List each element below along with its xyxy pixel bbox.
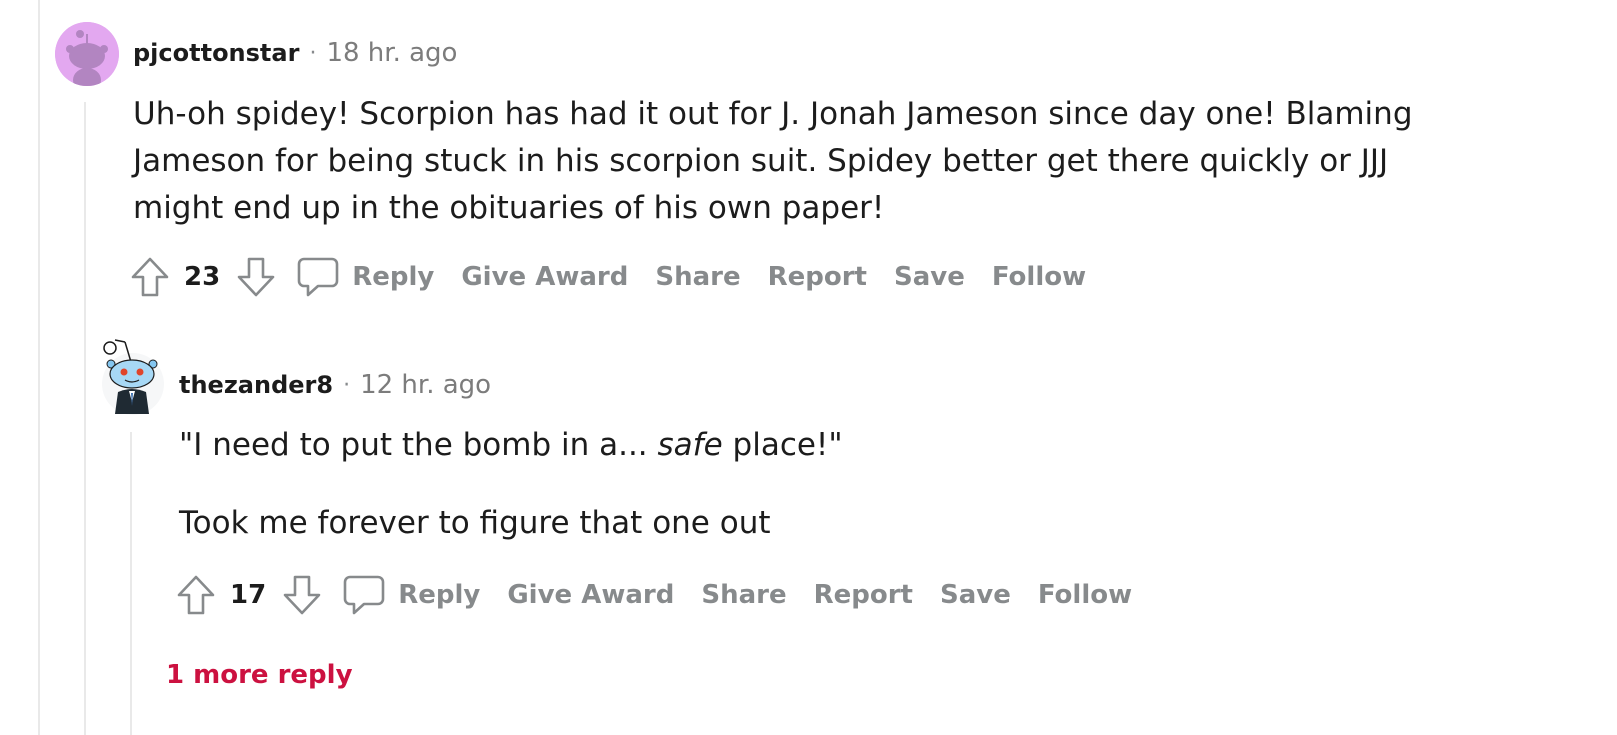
downvote-icon[interactable] xyxy=(234,255,278,299)
upvote-icon[interactable] xyxy=(174,573,218,617)
quote-text-before: "I need to put the bomb in a... xyxy=(179,427,658,463)
quote-text-emphasis: safe xyxy=(657,427,723,463)
save-button[interactable]: Save xyxy=(894,262,965,292)
comment-timestamp[interactable]: 12 hr. ago xyxy=(360,370,491,400)
comment-action-bar: 23 Reply Give Award Share Report Save Fo… xyxy=(128,252,1086,302)
share-button[interactable]: Share xyxy=(655,262,740,292)
share-button[interactable]: Share xyxy=(701,580,786,610)
reply-button[interactable]: Reply xyxy=(398,580,480,610)
comment-author[interactable]: thezander8 xyxy=(179,371,333,399)
more-replies-link[interactable]: 1 more reply xyxy=(166,660,353,690)
comment-body: Uh-oh spidey! Scorpion has had it out fo… xyxy=(133,96,1413,226)
avatar[interactable] xyxy=(101,339,165,416)
reply-button[interactable]: Reply xyxy=(352,262,434,292)
comment-author[interactable]: pjcottonstar xyxy=(133,39,299,67)
quote-text-after: place!" xyxy=(722,427,843,463)
avatar[interactable] xyxy=(55,22,119,86)
comment-1-thread-line[interactable] xyxy=(84,102,86,735)
snoo-avatar-icon xyxy=(102,339,164,415)
follow-button[interactable]: Follow xyxy=(992,262,1086,292)
follow-button[interactable]: Follow xyxy=(1038,580,1132,610)
vote-score: 17 xyxy=(230,580,267,610)
upvote-icon[interactable] xyxy=(128,255,172,299)
give-award-button[interactable]: Give Award xyxy=(507,580,674,610)
comment-timestamp[interactable]: 18 hr. ago xyxy=(326,38,457,68)
give-award-button[interactable]: Give Award xyxy=(461,262,628,292)
report-button[interactable]: Report xyxy=(768,262,867,292)
comment-body-quote: "I need to put the bomb in a... safe pla… xyxy=(179,422,1479,469)
report-button[interactable]: Report xyxy=(814,580,913,610)
comment-action-bar: 17 Reply Give Award Share Report Save Fo… xyxy=(174,570,1132,620)
snoo-avatar-icon xyxy=(55,22,119,86)
comment-bubble-icon[interactable] xyxy=(340,571,388,619)
comment-bubble-icon[interactable] xyxy=(294,253,342,301)
downvote-icon[interactable] xyxy=(280,573,324,617)
comment-2-thread-line[interactable] xyxy=(130,432,132,735)
save-button[interactable]: Save xyxy=(940,580,1011,610)
meta-separator: · xyxy=(309,40,317,66)
vote-score: 23 xyxy=(184,262,221,292)
outer-thread-line[interactable] xyxy=(38,0,40,735)
comment-body-line: Took me forever to figure that one out xyxy=(179,505,771,541)
meta-separator: · xyxy=(343,372,351,398)
